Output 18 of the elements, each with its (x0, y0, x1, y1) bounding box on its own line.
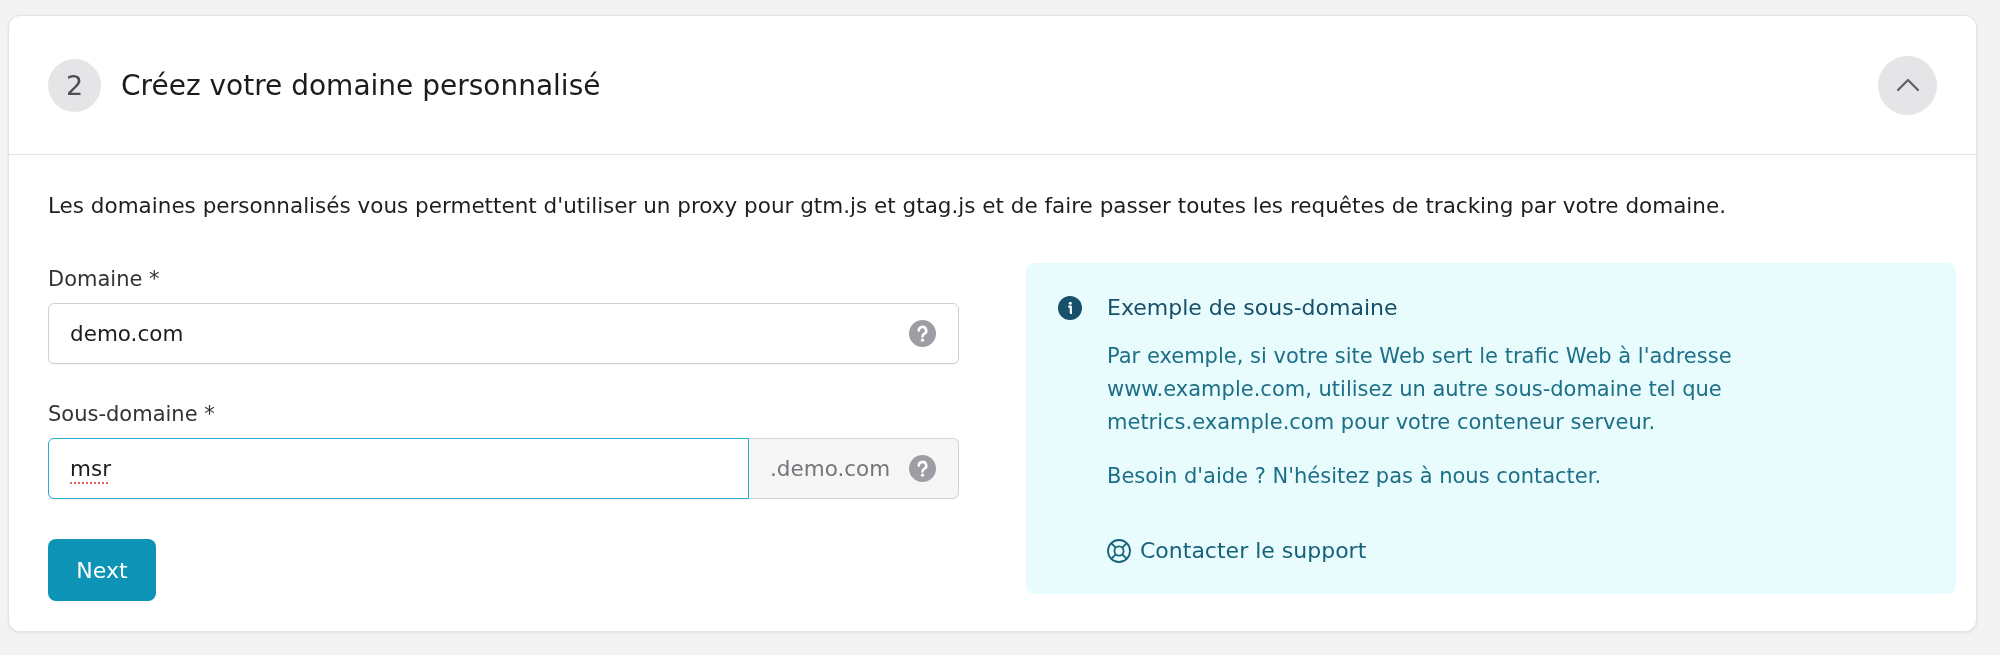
info-icon (1058, 296, 1082, 320)
info-text: Besoin d'aide ? N'hésitez pas à nous contacter. (1107, 463, 1602, 490)
field-label: Domaine * (48, 266, 160, 292)
text-input[interactable]: msr (48, 438, 749, 499)
help-icon[interactable] (909, 455, 936, 482)
support-link[interactable]: Contacter le support (1107, 536, 1367, 566)
chevron-up-icon (1895, 78, 1920, 92)
lifebuoy-icon (1107, 539, 1131, 563)
info-title: Exemple de sous-domaine (1107, 294, 1398, 322)
help-icon[interactable] (909, 320, 936, 347)
section-title: Créez votre domaine personnalisé (121, 68, 601, 102)
domain-suffix: .demo.com (770, 456, 892, 481)
description-text: Les domaines personnalisés vous permettent d'utiliser un proxy pour gtm.js et gtag.js et de faire passer toutes les requêtes de tracking par votre domaine. (48, 192, 1727, 220)
info-text: Par exemple, si votre site Web sert le trafic Web à l'adresse www.example.com, utilisez un autre sous-domaine tel que metrics.example.com pour votre conteneur serveur. (1107, 343, 1733, 436)
text-input[interactable]: demo.com (48, 303, 959, 364)
step-number: 2 (48, 58, 101, 112)
field-label: Sous-domaine * (48, 401, 215, 427)
next-button[interactable]: Next (48, 539, 156, 601)
